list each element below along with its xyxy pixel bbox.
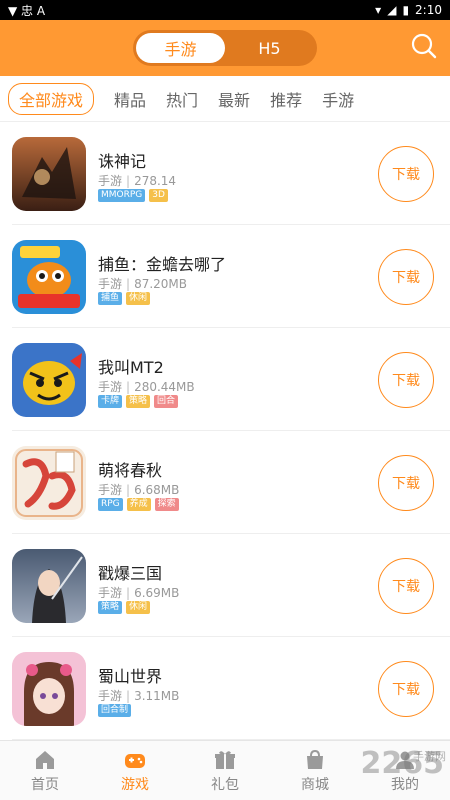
nav-home[interactable]: 首页 [0,741,90,800]
list-item[interactable]: 捕鱼：金蟾去哪了 手游 | 87.20MB 捕鱼 休闲 下载 [12,225,450,328]
tab-recommended[interactable]: 推荐 [270,87,302,111]
nav-label: 礼包 [211,776,239,793]
category-tabs: 全部游戏 精品 热门 最新 推荐 手游 [0,76,450,122]
tag-list: 卡牌 策略 回合 [98,395,179,408]
tab-featured[interactable]: 精品 [114,87,146,111]
list-item[interactable]: 萌将春秋 手游 | 6.68MB RPG 养成 探索 下载 [12,431,450,534]
tag: 休闲 [126,292,151,305]
gift-icon [215,750,235,769]
home-icon [36,750,54,769]
tab-mobile[interactable]: 手游 [322,87,354,111]
segment-control: 手游 H5 [133,30,317,66]
tag: 策略 [126,395,151,408]
tab-all-games[interactable]: 全部游戏 [8,82,95,115]
tab-latest[interactable]: 最新 [218,87,250,111]
shushan-icon[interactable] [12,652,86,726]
game-meta: 手游 | 6.69MB [98,586,180,600]
tag: MMORPG [98,189,146,202]
tag-list: 捕鱼 休闲 [98,292,151,305]
game-meta: 手游 | 87.20MB [98,277,188,291]
download-button[interactable]: 下载 [378,558,434,614]
game-name: 蜀山世界 [98,667,163,686]
segment-h5[interactable]: H5 [225,33,314,63]
nav-label: 游戏 [121,776,149,793]
segment-mobile-games[interactable]: 手游 [136,33,225,63]
tag: 卡牌 [98,395,123,408]
list-item[interactable]: 诛神记 手游 | 278.14 MMORPG 3D 下载 [12,122,450,225]
game-list: 诛神记 手游 | 278.14 MMORPG 3D 下载 捕鱼：金蟾去哪了 手游 | 8… [0,122,450,740]
notification-icons: ▼ 忠 A [8,3,46,18]
game-name: 戳爆三国 [98,564,163,583]
download-button[interactable]: 下载 [378,455,434,511]
download-button[interactable]: 下载 [378,352,434,408]
game-name: 萌将春秋 [98,461,163,480]
tag: 3D [149,189,168,202]
sanguo-icon[interactable] [12,549,86,623]
tag: 回合 [154,395,179,408]
tag: 捕鱼 [98,292,123,305]
tag: 策略 [98,601,123,614]
nav-label: 首页 [31,776,59,793]
watermark-sub: 手游网 [413,750,446,763]
tag-list: 回合制 [98,704,132,717]
tag: 探索 [154,498,179,511]
status-bar: ▼ 忠 A ▾ ◢ ▮ 2:10 [0,0,450,20]
app-header: 手游 H5 [0,20,450,76]
tag: 休闲 [126,601,151,614]
tag: 回合制 [98,704,132,717]
status-left-icons: ▼ 忠 A [8,2,45,19]
dragon-warrior-icon[interactable] [12,137,86,211]
mengjiang-icon[interactable] [12,446,86,520]
list-item[interactable]: 戳爆三国 手游 | 6.69MB 策略 休闲 下载 [12,534,450,637]
nav-label: 商城 [301,776,329,793]
game-meta: 手游 | 3.11MB [98,689,180,703]
search-icon[interactable] [410,32,438,60]
list-item[interactable]: 蜀山世界 手游 | 3.11MB 回合制 下载 [12,637,450,740]
battery-icon: ▮ [402,3,410,17]
wifi-icon: ▾ [375,3,382,17]
game-meta: 手游 | 6.68MB [98,483,180,497]
game-meta: 手游 | 280.44MB [98,380,195,394]
tab-hot[interactable]: 热门 [166,87,198,111]
download-button[interactable]: 下载 [378,146,434,202]
game-name: 诛神记 [98,152,147,171]
game-name: 捕鱼：金蟾去哪了 [98,255,227,274]
game-meta: 手游 | 278.14 [98,174,177,188]
nav-gifts[interactable]: 礼包 [180,741,270,800]
download-button[interactable]: 下载 [378,661,434,717]
download-button[interactable]: 下载 [378,249,434,305]
nav-games[interactable]: 游戏 [90,741,180,800]
clock: 2:10 [415,3,442,17]
mt2-icon[interactable] [12,343,86,417]
game-name: 我叫MT2 [98,358,164,377]
tag-list: 策略 休闲 [98,601,151,614]
signal-icon: ◢ [387,3,397,17]
tag: RPG [98,498,123,511]
tag-list: RPG 养成 探索 [98,498,179,511]
tag-list: MMORPG 3D [98,189,168,202]
shop-icon [307,749,323,769]
gamepad-icon [125,753,145,768]
tag: 养成 [126,498,151,511]
fish-game-icon[interactable] [12,240,86,314]
list-item[interactable]: 我叫MT2 手游 | 280.44MB 卡牌 策略 回合 下载 [12,328,450,431]
nav-shop[interactable]: 商城 [270,741,360,800]
